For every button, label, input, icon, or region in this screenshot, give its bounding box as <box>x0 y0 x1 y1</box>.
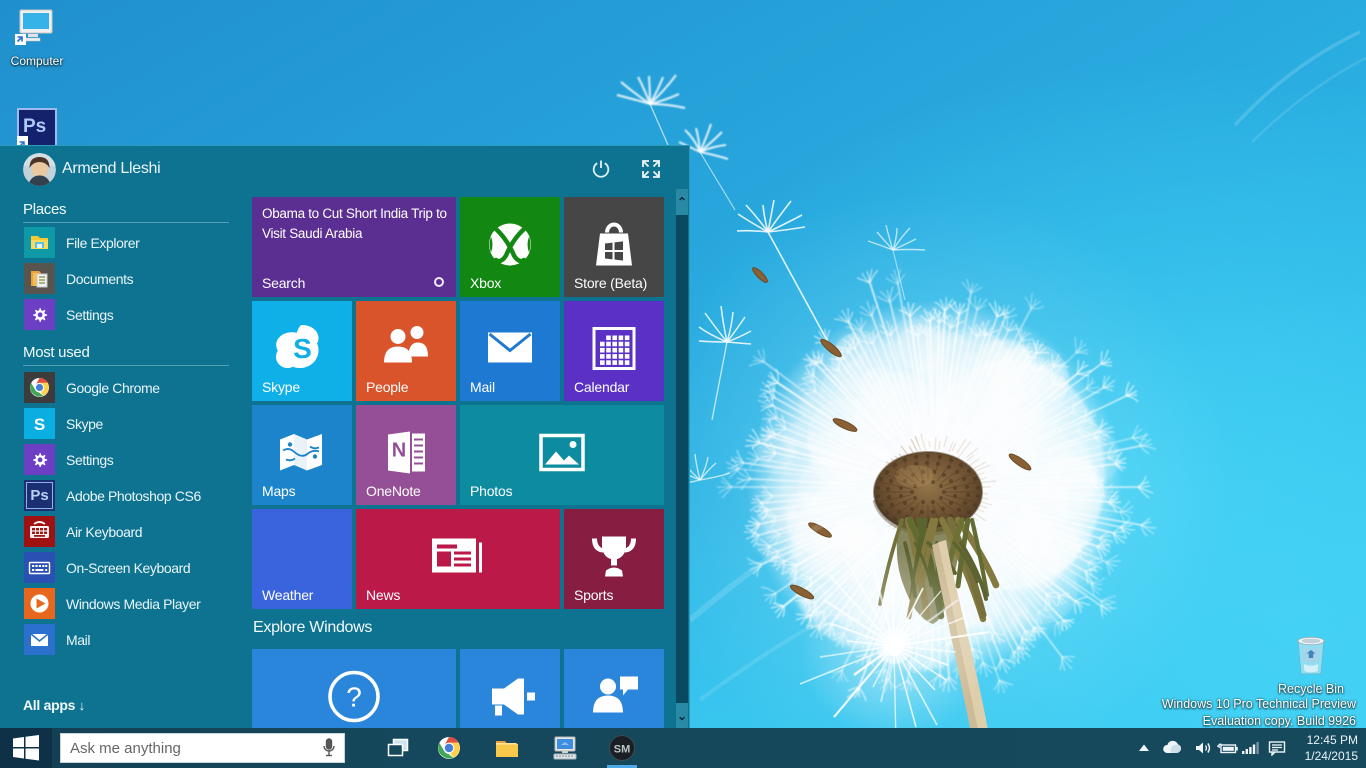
svg-text:S: S <box>293 333 312 364</box>
svg-text:N: N <box>392 440 406 462</box>
svg-text:S: S <box>34 415 45 434</box>
svg-text:?: ? <box>346 682 362 713</box>
svg-text:SM: SM <box>614 744 631 756</box>
